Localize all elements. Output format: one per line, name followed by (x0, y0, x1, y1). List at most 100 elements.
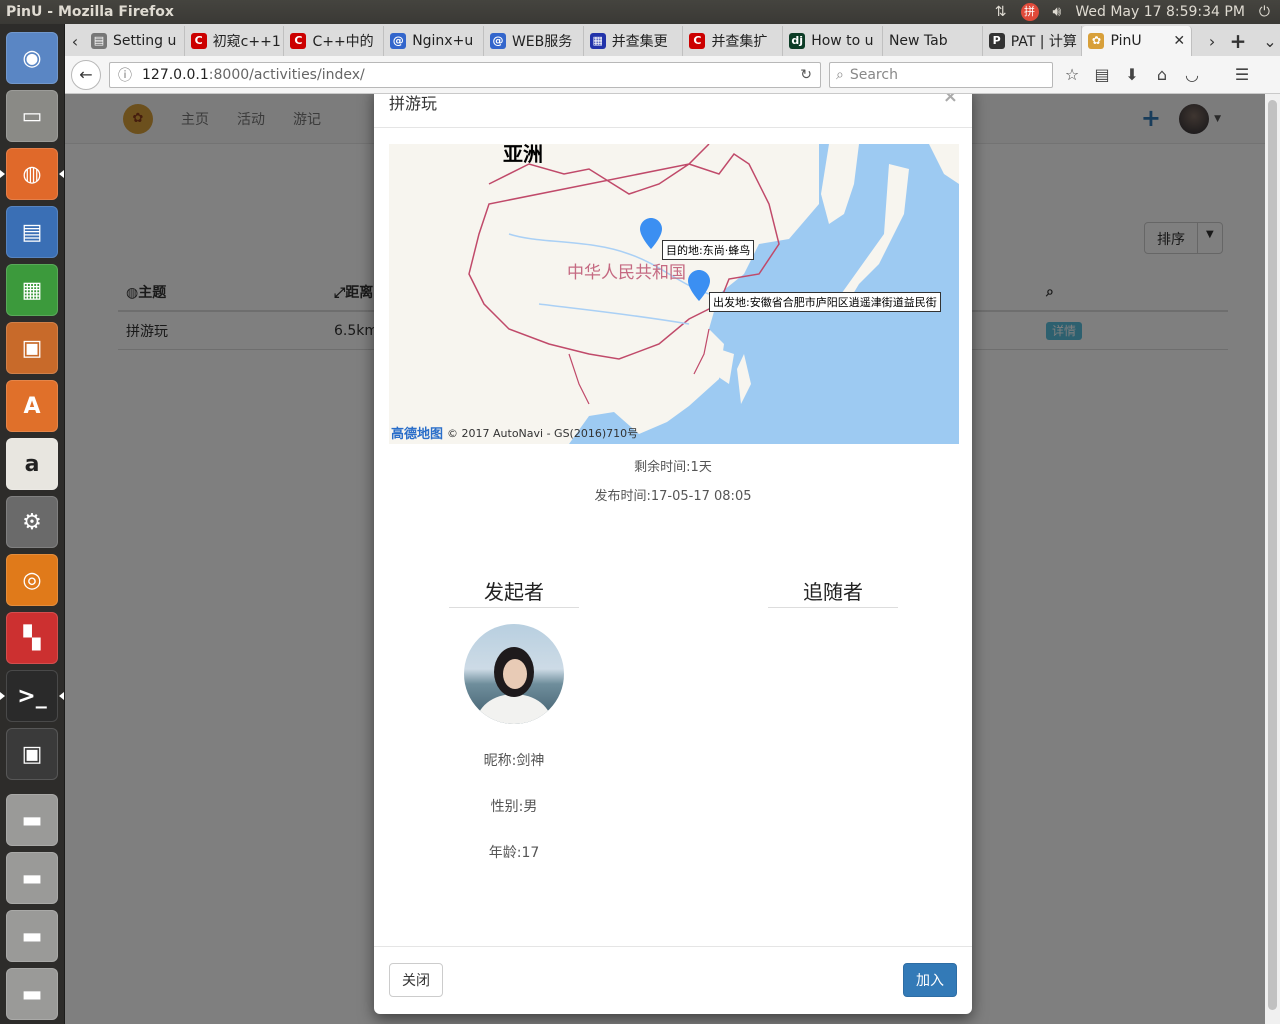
new-tab-icon[interactable]: + (1228, 26, 1248, 56)
ubuntu-dash-icon[interactable]: ◉ (6, 32, 58, 84)
terminal-icon[interactable]: >_ (0, 670, 64, 722)
drive-icon[interactable]: ▬ (6, 794, 58, 846)
pocket-icon[interactable]: ◡ (1181, 64, 1203, 86)
modal-title: 拼游玩 (389, 94, 438, 113)
reading-list-icon[interactable]: ▤ (1091, 64, 1113, 86)
url-bar[interactable]: ⓘ 127.0.0.1:8000/activities/index/ ↻ (109, 61, 821, 88)
map-country-label: 中华人民共和国 (567, 263, 686, 283)
publish-time: 发布时间:17-05-17 08:05 (594, 489, 752, 504)
tab[interactable]: ▦ 并查集更 (584, 26, 684, 56)
tab-label: 初窥c++1 (212, 34, 281, 50)
drive-icon[interactable]: ▬ (6, 968, 58, 1020)
tab-active[interactable]: ✿ PinU ✕ (1082, 26, 1193, 56)
remaining-time: 剩余时间:1天 (634, 460, 712, 475)
downloads-icon[interactable]: ⬇ (1121, 64, 1143, 86)
destination-marker-icon[interactable] (640, 218, 662, 250)
info-icon[interactable]: ⓘ (118, 65, 132, 85)
search-placeholder: Search (849, 66, 898, 83)
firefox-window: ‹ ▤ Setting u C 初窥c++1 C C++中的 @ Nginx+u @ WE… (65, 24, 1280, 1024)
tab-scroll-right-icon[interactable]: › (1202, 26, 1222, 56)
back-arrow-icon: ← (79, 65, 93, 84)
tab[interactable]: @ WEB服务 (484, 26, 584, 56)
tab[interactable]: New Tab (883, 26, 983, 56)
files-icon[interactable]: ▭ (6, 90, 58, 142)
ime-icon[interactable]: 拼 (1020, 3, 1039, 21)
page-icon: ▤ (90, 33, 107, 49)
volume-icon[interactable]: 🔊︎ (1053, 4, 1062, 20)
settings-icon[interactable]: ⚙ (6, 496, 58, 548)
reload-icon[interactable]: ↻ (800, 67, 812, 83)
software-center-icon[interactable]: A (6, 380, 58, 432)
close-icon[interactable]: × (943, 94, 958, 107)
tab-label: Setting u (112, 33, 177, 49)
tab[interactable]: P PAT | 计算 (983, 26, 1083, 56)
tab-label: Nginx+u (412, 33, 474, 49)
power-icon[interactable]: ⏻ (1259, 4, 1270, 20)
map-copyright: © 2017 AutoNavi - GS(2016)710号 (447, 426, 639, 440)
clock[interactable]: Wed May 17 8:59:34 PM (1075, 4, 1245, 20)
csdn-icon: C (290, 33, 307, 49)
django-icon: dj (789, 33, 806, 49)
tab-label: PAT | 计算 (1010, 34, 1077, 50)
navigation-toolbar: ← ⓘ 127.0.0.1:8000/activities/index/ ↻ ⌕… (65, 56, 1280, 94)
amazon-icon[interactable]: a (6, 438, 58, 490)
tab[interactable]: ▤ Setting u (85, 26, 185, 56)
destination-label: 目的地:东尚·蜂鸟 (662, 240, 755, 260)
page-scrollbar[interactable] (1265, 94, 1280, 1024)
tab-scroll-left-icon[interactable]: ‹ (65, 26, 85, 56)
modal-header: 拼游玩 × (374, 94, 972, 128)
avatar-photo (476, 647, 552, 724)
writer-icon[interactable]: ▤ (6, 206, 58, 258)
bookmark-star-icon[interactable]: ☆ (1061, 64, 1083, 86)
csdn-icon: C (190, 33, 207, 49)
back-button[interactable]: ← (71, 59, 101, 90)
tab-strip: ‹ ▤ Setting u C 初窥c++1 C C++中的 @ Nginx+u @ WE… (65, 24, 1280, 56)
search-icon: ⌕ (836, 66, 844, 83)
impress-icon[interactable]: ▣ (6, 322, 58, 374)
origin-marker-icon[interactable] (688, 270, 710, 302)
join-button[interactable]: 加入 (903, 963, 957, 997)
tab-label: C++中的 (312, 34, 374, 50)
window-title: PinU - Mozilla Firefox (6, 4, 174, 20)
close-button[interactable]: 关闭 (389, 963, 443, 997)
tab-label: 并查集扩 (711, 34, 768, 50)
site-icon: @ (489, 33, 506, 49)
search-input[interactable]: ⌕ Search (829, 61, 1053, 88)
site-icon: @ (390, 33, 407, 49)
map[interactable]: 亚洲 中华人民共和国 目的地:东尚·蜂鸟 出发地:安徽省合肥市庐阳区逍遥津街道益… (389, 144, 959, 444)
tab[interactable]: @ Nginx+u (384, 26, 484, 56)
tab[interactable]: dj How to u (783, 26, 883, 56)
map-attribution: 高德地图 © 2017 AutoNavi - GS(2016)710号 (391, 423, 639, 443)
tab[interactable]: C 并查集扩 (683, 26, 784, 56)
initiator-age: 年龄:17 (488, 845, 540, 861)
tab-label: How to u (811, 33, 874, 49)
followers-heading: 追随者 (768, 576, 898, 608)
list-tabs-icon[interactable]: ⌄ (1260, 26, 1280, 56)
origin-label: 出发地:安徽省合肥市庐阳区逍遥津街道益民街 (709, 292, 941, 312)
tab-label: 并查集更 (611, 34, 668, 50)
map-brand-logo: 高德地图 (391, 427, 444, 442)
close-tab-icon[interactable]: ✕ (1173, 33, 1185, 49)
tab-label: WEB服务 (511, 34, 573, 50)
map-continent-label: 亚洲 (503, 144, 543, 166)
scrollbar-thumb[interactable] (1268, 100, 1277, 1010)
drive-icon[interactable]: ▬ (6, 910, 58, 962)
tab[interactable]: C 初窥c++1 (185, 26, 285, 56)
calc-icon[interactable]: ▦ (6, 264, 58, 316)
activity-modal: 拼游玩 × 亚洲 中华人民共和国 目的地:东尚·蜂鸟 出发地:安徽省合肥市庐阳区… (374, 94, 972, 1014)
menu-icon[interactable]: ☰ (1231, 64, 1253, 86)
initiator-avatar[interactable] (464, 624, 564, 724)
csdn-icon: C (689, 33, 706, 49)
cd-icon[interactable]: ◎ (6, 554, 58, 606)
network-icon[interactable]: ⇅ (995, 4, 1007, 20)
pat-icon: P (988, 33, 1005, 49)
pinu-icon: ✿ (1088, 33, 1105, 49)
url-host: 127.0.0.1 (142, 66, 209, 83)
tab[interactable]: C C++中的 (284, 26, 385, 56)
system-top-bar: PinU - Mozilla Firefox ⇅ 拼 🔊︎ Wed May 17… (0, 0, 1280, 24)
workspace-icon[interactable]: ▣ (6, 728, 58, 780)
firefox-icon[interactable]: ◍ (0, 148, 64, 200)
drive-icon[interactable]: ▬ (6, 852, 58, 904)
home-icon[interactable]: ⌂ (1151, 64, 1173, 86)
game-icon[interactable]: ▚ (6, 612, 58, 664)
